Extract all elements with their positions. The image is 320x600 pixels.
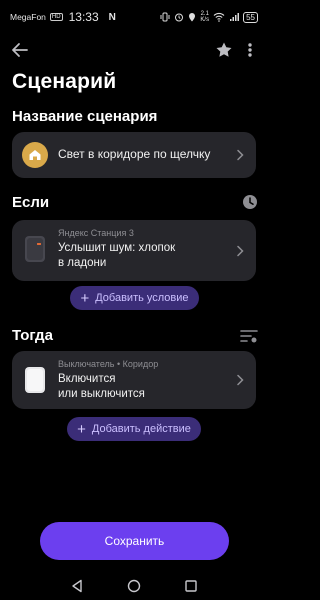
condition-device: Яндекс Станция 3 — [58, 228, 134, 238]
scenario-name-card[interactable]: Свет в коридоре по щелчку — [12, 132, 256, 178]
back-button[interactable] — [8, 38, 32, 62]
action-card[interactable]: Выключатель • Коридор Включится или выкл… — [12, 351, 256, 409]
action-line-2: или выключится — [58, 388, 145, 400]
condition-card[interactable]: Яндекс Станция 3 Услышит шум: хлопок в л… — [12, 220, 256, 281]
separator-dot: • — [117, 359, 121, 369]
if-section-heading: Если — [12, 194, 50, 211]
hd-badge: HD — [49, 13, 63, 21]
carrier-label: MegaFon — [10, 12, 46, 22]
network-speed: 2.1 K/s — [200, 11, 209, 23]
clock: 13:33 — [68, 10, 99, 24]
battery-indicator: 55 — [243, 11, 258, 23]
condition-line-2: в ладони — [58, 257, 107, 269]
name-section-heading: Название сценария — [12, 108, 158, 125]
nfc-icon: N — [108, 11, 116, 23]
status-left: MegaFon HD 13:33 N — [10, 10, 116, 24]
home-circle-icon[interactable] — [127, 579, 141, 593]
scenario-name: Свет в коридоре по щелчку — [58, 147, 211, 161]
status-bar: MegaFon HD 13:33 N 2.1 K/s 55 — [0, 0, 268, 34]
more-vertical-icon — [248, 43, 252, 57]
chevron-right-icon — [237, 374, 244, 386]
add-condition-label: Добавить условие — [95, 292, 189, 304]
alarm-icon — [175, 13, 184, 22]
wifi-icon — [213, 12, 225, 22]
add-action-label: Добавить действие — [91, 423, 191, 435]
action-device: Выключатель • Коридор — [58, 359, 158, 369]
clock-icon[interactable] — [242, 194, 258, 210]
more-options-button[interactable] — [240, 38, 260, 62]
plus-icon: + — [77, 420, 86, 438]
back-triangle-icon[interactable] — [71, 579, 83, 593]
device-name: Выключатель — [58, 359, 115, 369]
status-right: 2.1 K/s 55 — [160, 11, 258, 23]
recents-square-icon[interactable] — [184, 579, 198, 593]
home-icon — [22, 142, 48, 168]
speed-unit: K/s — [200, 17, 210, 23]
smart-speaker-icon — [24, 234, 46, 264]
switch-icon — [24, 366, 46, 394]
chevron-right-icon — [237, 245, 244, 256]
signal-icon — [230, 13, 240, 21]
arrow-left-icon — [12, 43, 28, 57]
favorite-button[interactable] — [212, 38, 236, 62]
condition-line-1: Услышит шум: хлопок — [58, 242, 176, 254]
add-condition-button[interactable]: + Добавить условие — [70, 286, 199, 310]
chevron-right-icon — [237, 149, 244, 161]
then-section-heading: Тогда — [12, 327, 53, 344]
star-icon — [216, 42, 232, 57]
plus-icon: + — [80, 289, 90, 307]
action-line-1: Включится — [58, 373, 116, 385]
system-nav-bar — [0, 572, 268, 600]
page-title: Сценарий — [12, 70, 117, 93]
sort-icon[interactable] — [240, 328, 258, 344]
save-button[interactable]: Сохранить — [40, 522, 229, 560]
room-name: Коридор — [122, 359, 159, 369]
top-bar — [0, 36, 268, 64]
location-icon — [189, 13, 196, 22]
vibrate-icon — [160, 12, 170, 22]
add-action-button[interactable]: + Добавить действие — [67, 417, 201, 441]
